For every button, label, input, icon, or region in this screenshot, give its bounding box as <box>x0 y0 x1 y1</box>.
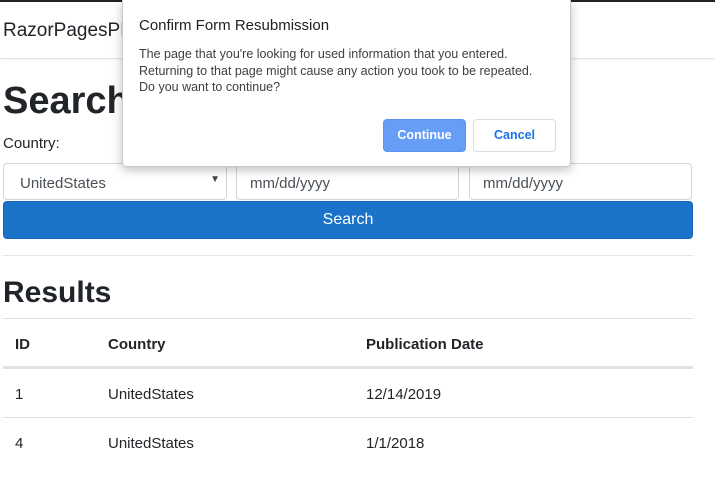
column-header-id: ID <box>15 336 30 353</box>
dialog-message-line: The page that you're looking for used in… <box>139 47 508 61</box>
date-from-placeholder: mm/dd/yyyy <box>250 175 331 192</box>
dialog-title: Confirm Form Resubmission <box>139 17 330 34</box>
confirm-resubmission-dialog: Confirm Form Resubmission The page that … <box>122 0 571 167</box>
cell-country: UnitedStates <box>108 386 194 403</box>
search-button[interactable]: Search <box>3 201 693 239</box>
column-header-publication-date: Publication Date <box>366 336 484 353</box>
cell-publication-date: 12/14/2019 <box>366 386 442 403</box>
table-row: 1 UnitedStates 12/14/2019 <box>3 368 693 417</box>
navbar-brand[interactable]: RazorPagesPR <box>3 20 134 42</box>
date-from-input[interactable]: mm/dd/yyyy <box>236 163 459 200</box>
cell-country: UnitedStates <box>108 435 194 452</box>
dialog-message-line: Returning to that page might cause any a… <box>139 63 533 78</box>
column-header-country: Country <box>108 336 166 353</box>
country-label: Country: <box>3 135 60 152</box>
continue-button[interactable]: Continue <box>383 119 466 152</box>
country-select-value: UnitedStates <box>20 175 106 192</box>
cell-id: 1 <box>15 386 24 403</box>
table-row: 4 UnitedStates 1/1/2018 <box>3 417 693 466</box>
date-to-placeholder: mm/dd/yyyy <box>483 175 564 192</box>
search-heading: Search <box>3 80 130 122</box>
cell-id: 4 <box>15 435 24 452</box>
cancel-button[interactable]: Cancel <box>473 119 556 152</box>
dropdown-caret-icon: ▼ <box>210 174 220 185</box>
dialog-message-line: Do you want to continue? <box>139 80 281 94</box>
results-table: ID Country Publication Date 1 UnitedStat… <box>3 318 693 466</box>
dialog-message: The page that you're looking for used in… <box>139 46 564 96</box>
divider <box>3 255 693 256</box>
cell-publication-date: 1/1/2018 <box>366 435 425 452</box>
date-to-input[interactable]: mm/dd/yyyy <box>469 163 692 200</box>
table-header-row: ID Country Publication Date <box>3 318 693 368</box>
results-heading: Results <box>3 276 112 309</box>
country-select[interactable]: UnitedStates ▼ <box>3 163 227 200</box>
